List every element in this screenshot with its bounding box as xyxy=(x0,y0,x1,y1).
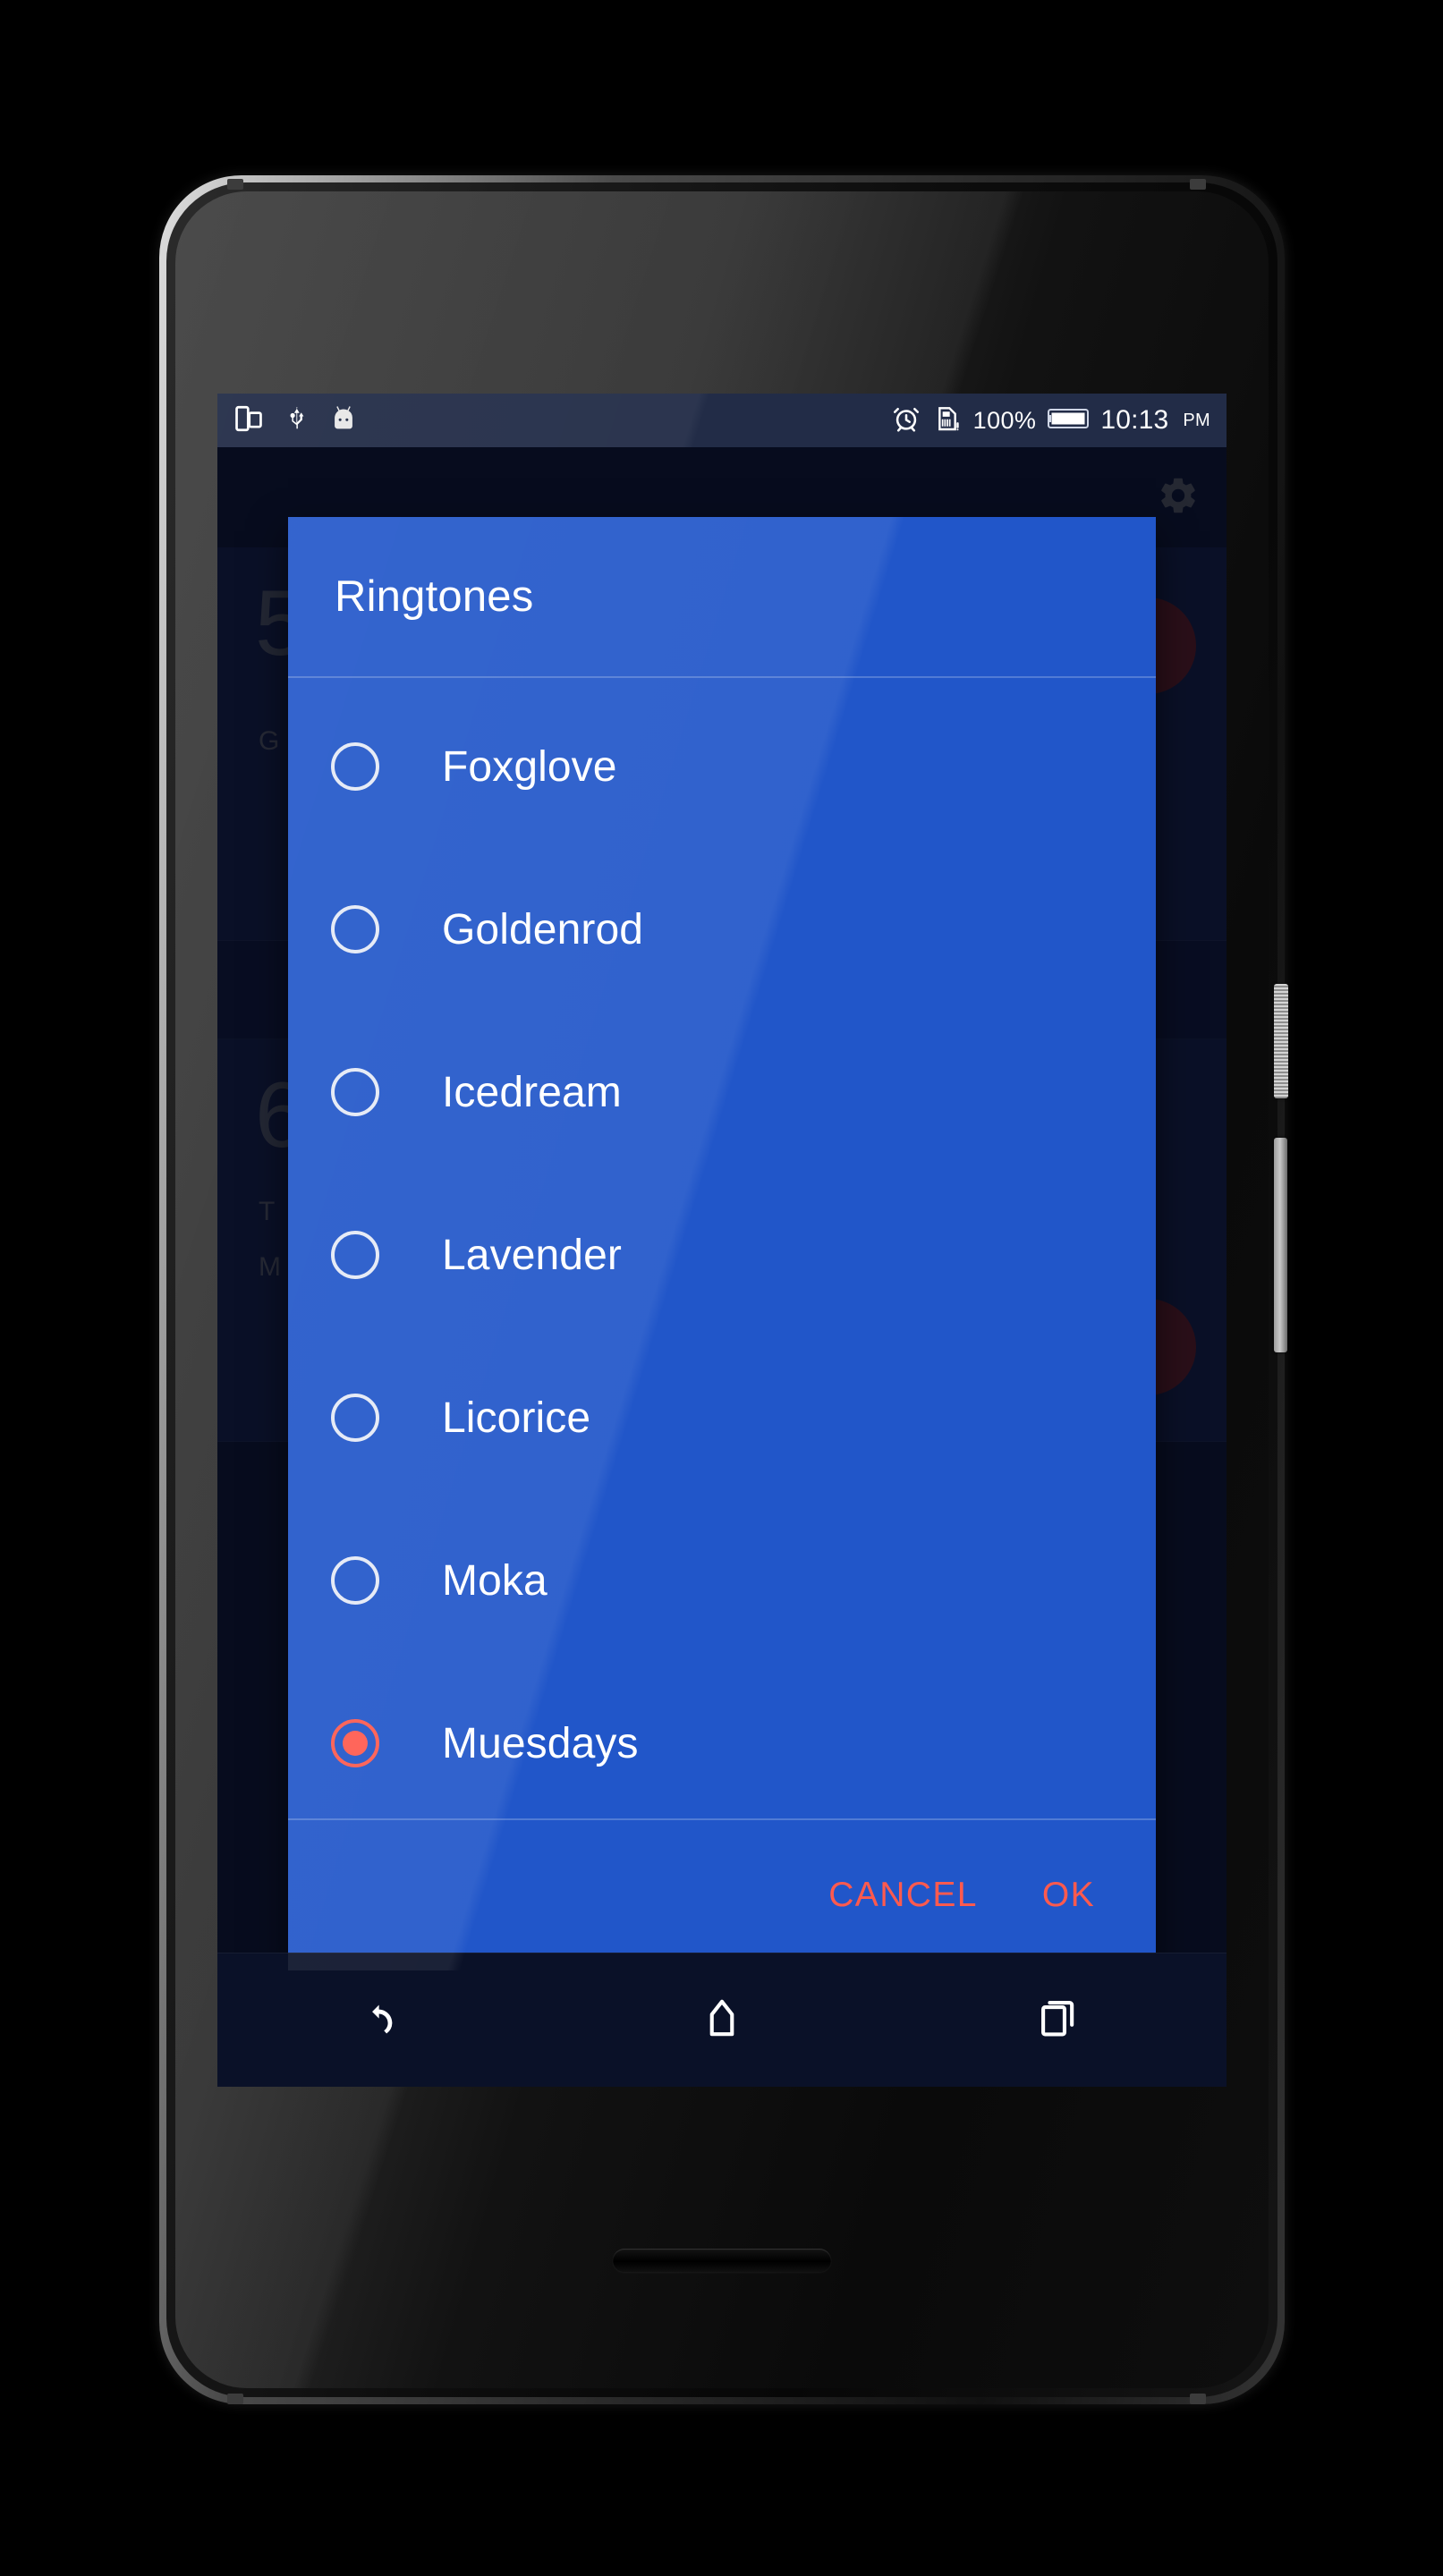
status-bar-right: 100% 10:13 PM xyxy=(891,403,1210,438)
ringtone-option-label: Muesdays xyxy=(442,1719,639,1767)
ringtone-option-label: Goldenrod xyxy=(442,905,644,953)
status-bar: 100% 10:13 PM xyxy=(217,394,1227,447)
ringtone-option-label: Licorice xyxy=(442,1394,591,1442)
ringtone-option-foxglove[interactable]: Foxglove xyxy=(288,685,1156,848)
radio-button-icon[interactable] xyxy=(331,1231,379,1279)
alarm-clock-icon xyxy=(891,403,921,438)
ok-button[interactable]: OK xyxy=(1039,1868,1099,1922)
ringtone-option-label: Foxglove xyxy=(442,742,617,791)
ringtone-option-label: Icedream xyxy=(442,1068,622,1116)
radio-button-icon[interactable] xyxy=(331,905,379,953)
usb-icon xyxy=(283,403,310,438)
volume-rocker[interactable] xyxy=(1274,1138,1287,1352)
recents-button[interactable] xyxy=(978,1953,1139,2087)
cyanogenmod-head-icon xyxy=(328,403,359,438)
ringtone-dialog: Ringtones Foxglove Goldenrod Icedream La… xyxy=(288,517,1156,1970)
ringtone-option-label: Moka xyxy=(442,1556,547,1605)
bottom-speaker-grille xyxy=(613,2249,831,2272)
radio-button-icon[interactable] xyxy=(331,742,379,791)
home-button[interactable] xyxy=(641,1953,802,2087)
dialog-actions: CANCEL OK xyxy=(288,1818,1156,1970)
clock-ampm: PM xyxy=(1183,410,1210,430)
back-icon xyxy=(362,1995,409,2046)
ringtone-option-label: Lavender xyxy=(442,1231,622,1279)
ringtone-option-licorice[interactable]: Licorice xyxy=(288,1336,1156,1499)
cast-screen-icon xyxy=(233,403,264,438)
battery-icon xyxy=(1048,406,1090,436)
ringtone-option-lavender[interactable]: Lavender xyxy=(288,1174,1156,1336)
frame-nub xyxy=(1190,2394,1206,2404)
status-bar-left xyxy=(233,403,359,438)
ringtone-option-goldenrod[interactable]: Goldenrod xyxy=(288,848,1156,1011)
radio-button-icon[interactable] xyxy=(331,1556,379,1605)
frame-nub xyxy=(1190,179,1206,190)
frame-nub xyxy=(227,179,243,190)
ringtone-option-icedream[interactable]: Icedream xyxy=(288,1011,1156,1174)
recents-icon xyxy=(1035,1995,1082,2046)
navigation-bar xyxy=(217,1953,1227,2087)
ringtone-option-muesdays[interactable]: Muesdays xyxy=(288,1662,1156,1818)
radio-button-selected-icon[interactable] xyxy=(331,1719,379,1767)
frame-nub xyxy=(227,2394,243,2404)
home-icon xyxy=(699,1995,745,2046)
sim-card-alert-icon xyxy=(933,403,962,438)
power-button[interactable] xyxy=(1274,984,1288,1098)
clock-time: 10:13 xyxy=(1100,405,1169,435)
dialog-title: Ringtones xyxy=(335,572,534,621)
ringtone-option-moka[interactable]: Moka xyxy=(288,1499,1156,1662)
radio-button-icon[interactable] xyxy=(331,1068,379,1116)
screenshot-root: 5 G 6 T M xyxy=(0,0,1443,2576)
phone-screen: 5 G 6 T M xyxy=(217,394,1227,2087)
cancel-button[interactable]: CANCEL xyxy=(825,1868,981,1922)
ringtone-option-list[interactable]: Foxglove Goldenrod Icedream Lavender Lic xyxy=(288,678,1156,1818)
battery-percent: 100% xyxy=(972,406,1037,434)
back-button[interactable] xyxy=(305,1953,466,2087)
radio-button-icon[interactable] xyxy=(331,1394,379,1442)
